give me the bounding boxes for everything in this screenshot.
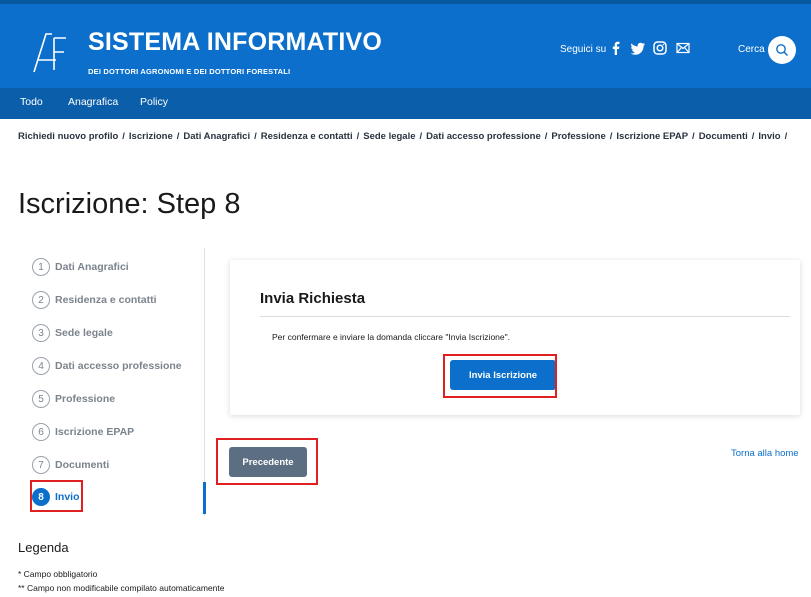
nav-item-policy[interactable]: Policy: [140, 96, 168, 108]
follow-label: Seguici su: [560, 44, 607, 55]
mail-icon[interactable]: [675, 40, 691, 56]
main-nav: Todo Anagrafica Policy: [0, 88, 811, 119]
breadcrumb-item[interactable]: Documenti: [699, 131, 748, 142]
step-label: Residenza e contatti: [55, 294, 157, 306]
breadcrumb-separator: /: [176, 131, 180, 142]
card-title: Invia Richiesta: [260, 290, 366, 307]
step-label: Iscrizione EPAP: [55, 426, 135, 438]
breadcrumb-separator: /: [544, 131, 548, 142]
site-subtitle: DEI DOTTORI AGRONOMI E DEI DOTTORI FORES…: [88, 67, 291, 76]
breadcrumb-item[interactable]: Invio: [758, 131, 780, 142]
step-label: Dati Anagrafici: [55, 261, 129, 273]
highlight-box: [443, 354, 557, 398]
breadcrumb-separator: /: [254, 131, 257, 142]
step-number: 1: [32, 258, 50, 276]
highlight-box: [216, 438, 318, 485]
breadcrumb-separator: /: [609, 131, 613, 142]
page-title: Iscrizione: Step 8: [18, 188, 241, 220]
breadcrumb-item[interactable]: Iscrizione: [129, 131, 173, 142]
highlight-box: [30, 480, 83, 512]
breadcrumb-item[interactable]: Sede legale: [363, 131, 415, 142]
step-item[interactable]: 1 Dati Anagrafici: [32, 256, 129, 278]
card-divider: [260, 316, 790, 317]
step-item[interactable]: 5 Professione: [32, 388, 115, 410]
step-item[interactable]: 7 Documenti: [32, 454, 109, 476]
step-number: 7: [32, 456, 50, 474]
breadcrumb-item[interactable]: Professione: [551, 131, 605, 142]
step-number: 4: [32, 357, 50, 375]
breadcrumb-separator: /: [692, 131, 695, 142]
step-label: Dati accesso professione: [55, 360, 182, 372]
breadcrumb-item[interactable]: Iscrizione EPAP: [616, 131, 688, 142]
logo-icon[interactable]: [32, 30, 68, 74]
breadcrumb: Richiedi nuovo profilo / Iscrizione / Dati A…: [18, 131, 791, 142]
card-instructions: Per confermare e inviare la domanda clic…: [272, 332, 510, 342]
legend-line: * Campo obbligatorio: [18, 569, 98, 579]
facebook-icon[interactable]: [608, 40, 624, 56]
step-label: Professione: [55, 393, 116, 405]
search-label: Cerca: [738, 44, 765, 55]
step-item[interactable]: 6 Iscrizione EPAP: [32, 421, 134, 443]
legend-line: ** Campo non modificabile compilato auto…: [18, 583, 225, 593]
breadcrumb-item[interactable]: Richiedi nuovo profilo: [18, 131, 118, 142]
breadcrumb-separator: /: [784, 131, 788, 142]
step-item[interactable]: 4 Dati accesso professione: [32, 355, 182, 377]
breadcrumb-separator: /: [356, 131, 360, 142]
active-step-indicator: [203, 482, 206, 514]
breadcrumb-item[interactable]: Residenza e contatti: [261, 131, 353, 142]
step-number: 2: [32, 291, 50, 309]
breadcrumb-item[interactable]: Dati accesso professione: [426, 131, 541, 142]
nav-item-todo[interactable]: Todo: [20, 96, 43, 108]
search-icon: [776, 44, 788, 56]
step-number: 5: [32, 390, 50, 408]
instagram-icon[interactable]: [652, 40, 668, 56]
step-item[interactable]: 2 Residenza e contatti: [32, 289, 157, 311]
steps-divider: [204, 248, 205, 516]
breadcrumb-separator: /: [122, 131, 125, 142]
search-button[interactable]: [768, 36, 796, 64]
breadcrumb-item[interactable]: Dati Anagrafici: [183, 131, 250, 142]
nav-item-anagrafica[interactable]: Anagrafica: [68, 96, 118, 108]
home-link[interactable]: Torna alla home: [731, 448, 799, 459]
site-title[interactable]: SISTEMA INFORMATIVO: [88, 28, 382, 57]
step-item[interactable]: 3 Sede legale: [32, 322, 113, 344]
step-label: Sede legale: [55, 327, 113, 339]
breadcrumb-separator: /: [751, 131, 755, 142]
legend-title: Legenda: [18, 540, 69, 555]
site-header: SISTEMA INFORMATIVO DEI DOTTORI AGRONOMI…: [0, 0, 811, 119]
step-label: Documenti: [55, 459, 110, 471]
twitter-icon[interactable]: [630, 40, 646, 56]
step-number: 3: [32, 324, 50, 342]
breadcrumb-separator: /: [419, 131, 423, 142]
step-number: 6: [32, 423, 50, 441]
